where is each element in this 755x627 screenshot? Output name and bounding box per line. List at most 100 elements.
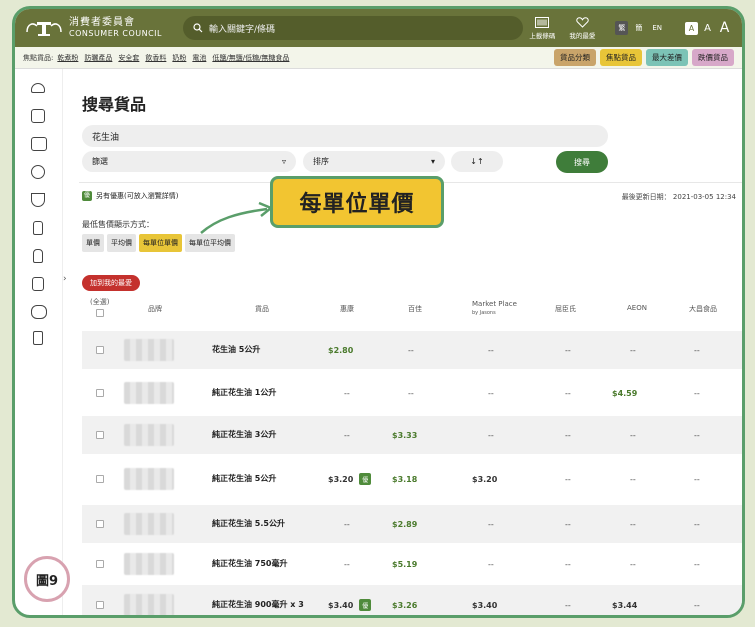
font-size-large[interactable]: A <box>717 20 732 36</box>
sort-direction-button[interactable]: ↓↑ <box>451 151 503 172</box>
table-row[interactable]: 純正花生油 5公升 $3.20 優 $3.18 $3.20 -- -- -- <box>82 456 742 502</box>
offer-text: 另有優惠(可放入瀏覽詳情) <box>96 192 179 200</box>
logo[interactable]: 消費者委員會 CONSUMER COUNCIL <box>25 18 175 38</box>
package-icon[interactable] <box>31 137 47 151</box>
product-name[interactable]: 純正花生油 3公升 <box>212 430 276 440</box>
price-dch: -- <box>694 600 700 610</box>
product-name[interactable]: 純正花生油 5公升 <box>212 474 276 484</box>
font-size-small[interactable]: A <box>685 21 698 35</box>
price-watsons: -- <box>565 345 571 355</box>
row-checkbox[interactable] <box>96 520 104 528</box>
max-difference-button[interactable]: 最大差價 <box>646 49 688 66</box>
lang-en[interactable]: EN <box>649 22 665 34</box>
price-marketplace: -- <box>488 559 494 569</box>
brand-image <box>124 594 174 615</box>
figure-label: 圖9 <box>24 556 70 602</box>
price-parknshop: $3.18 <box>392 474 418 484</box>
tab-average-price[interactable]: 平均價 <box>107 234 136 252</box>
col-watsons: 屈臣氏 <box>555 305 576 313</box>
offer-legend: 優 另有優惠(可放入瀏覽詳情) <box>82 191 178 201</box>
price-wellcome: $3.40 <box>328 600 354 610</box>
row-checkbox[interactable] <box>96 601 104 609</box>
col-aeon: AEON <box>627 304 647 312</box>
price-wellcome: -- <box>344 430 350 440</box>
main-content: 搜尋貨品 花生油 篩選 ▿ 排序 ▾ ↓↑ 搜尋 優 另有優惠(可放入瀏覽詳情)… <box>79 69 742 615</box>
table-row[interactable]: 純正花生油 3公升 -- $3.33 -- -- -- -- <box>82 416 742 454</box>
focus-tag[interactable]: 乾煮粉 <box>57 53 78 63</box>
focus-tag[interactable]: 安全套 <box>118 53 139 63</box>
product-name[interactable]: 花生油 5公升 <box>212 345 260 355</box>
table-row[interactable]: 純正花生油 1公升 -- -- -- -- $4.59 -- <box>82 374 742 412</box>
col-dch: 大昌食品 <box>689 305 717 313</box>
price-watsons: -- <box>565 474 571 484</box>
detergent-icon[interactable] <box>33 249 43 263</box>
upload-label: 上載條碼 <box>529 31 556 40</box>
bread-icon[interactable] <box>31 83 45 93</box>
focus-tag[interactable]: 防曬產品 <box>84 53 112 63</box>
logo-en: CONSUMER COUNCIL <box>69 29 162 38</box>
carton-icon[interactable] <box>31 109 45 123</box>
table-row[interactable]: 純正花生油 750毫升 -- $5.19 -- -- -- -- <box>82 545 742 583</box>
cooking-pot-icon[interactable] <box>31 193 45 207</box>
table-header: (全選) 品牌 貨品 惠康 百佳 Market Place by Jasons … <box>82 297 742 323</box>
query-input[interactable]: 花生油 <box>82 125 608 147</box>
col-wellcome: 惠康 <box>340 305 354 313</box>
toiletries-icon[interactable] <box>32 277 44 291</box>
select-all-checkbox[interactable] <box>96 309 104 317</box>
display-mode-label: 最低售價顯示方式： <box>82 220 154 229</box>
focus-products-button[interactable]: 焦點貨品 <box>600 49 642 66</box>
focus-tag[interactable]: 飲香料 <box>145 53 166 63</box>
brand-image <box>124 513 174 535</box>
focus-tag[interactable]: 低鹽/無鹽/低糖/無糖食品 <box>212 53 289 63</box>
tab-unit-price[interactable]: 單價 <box>82 234 104 252</box>
table-row[interactable]: 純正花生油 900毫升 x 3 $3.40 優 $3.26 $3.40 -- $3… <box>82 585 742 615</box>
favorites-button[interactable]: 我的最愛 <box>569 16 595 40</box>
price-aeon: -- <box>630 519 636 529</box>
sort-select[interactable]: 排序 ▾ <box>303 151 445 172</box>
row-checkbox[interactable] <box>96 431 104 439</box>
offer-badge[interactable]: 優 <box>359 473 372 485</box>
offer-badge: 優 <box>82 191 93 201</box>
row-checkbox[interactable] <box>96 560 104 568</box>
price-parknshop: -- <box>408 345 414 355</box>
price-drop-button[interactable]: 跌價貨品 <box>692 49 734 66</box>
product-name[interactable]: 純正花生油 900毫升 x 3 <box>212 600 304 610</box>
table-row[interactable]: 花生油 5公升 $2.80 -- -- -- -- -- <box>82 331 742 369</box>
price-aeon: -- <box>630 345 636 355</box>
price-dch: -- <box>694 345 700 355</box>
table-row[interactable]: 純正花生油 5.5公升 -- $2.89 -- -- -- -- <box>82 505 742 543</box>
battery-icon[interactable] <box>33 331 43 345</box>
search-input[interactable]: 輸入關鍵字/條碼 <box>183 16 523 40</box>
baby-products-icon[interactable] <box>31 305 47 319</box>
filter-select[interactable]: 篩選 ▿ <box>82 151 296 172</box>
tab-per-unit-average[interactable]: 每單位平均價 <box>185 234 235 252</box>
price-parknshop: $3.33 <box>392 430 418 440</box>
offer-badge[interactable]: 優 <box>359 599 372 611</box>
chevron-down-icon: ▾ <box>430 157 435 166</box>
add-to-favorites-button[interactable]: 加到我的最愛 <box>82 275 140 291</box>
price-watsons: -- <box>565 430 571 440</box>
price-aeon: -- <box>630 430 636 440</box>
focus-tag[interactable]: 電池 <box>192 53 206 63</box>
sidebar-expand-icon[interactable]: › <box>63 274 67 284</box>
product-name[interactable]: 純正花生油 1公升 <box>212 388 276 398</box>
row-checkbox[interactable] <box>96 389 104 397</box>
font-size-medium[interactable]: A <box>701 23 714 34</box>
brand-image <box>124 553 174 575</box>
food-bowl-icon[interactable] <box>31 165 45 179</box>
bottle-icon[interactable] <box>33 221 43 235</box>
lang-trad[interactable]: 繁 <box>615 21 629 35</box>
focus-tag[interactable]: 奶粉 <box>172 53 186 63</box>
search-button[interactable]: 搜尋 <box>556 151 608 173</box>
price-watsons: -- <box>565 559 571 569</box>
product-name[interactable]: 純正花生油 750毫升 <box>212 559 287 569</box>
tab-per-unit-price[interactable]: 每單位單價 <box>139 234 182 252</box>
lang-simp[interactable]: 簡 <box>632 21 645 35</box>
search-icon <box>193 23 203 33</box>
row-checkbox[interactable] <box>96 346 104 354</box>
product-name[interactable]: 純正花生油 5.5公升 <box>212 519 285 529</box>
upload-barcode-button[interactable]: 上載條碼 <box>529 16 556 40</box>
row-checkbox[interactable] <box>96 475 104 483</box>
col-marketplace-sub: by Jasons <box>472 310 496 316</box>
category-button[interactable]: 貨品分類 <box>554 49 596 66</box>
